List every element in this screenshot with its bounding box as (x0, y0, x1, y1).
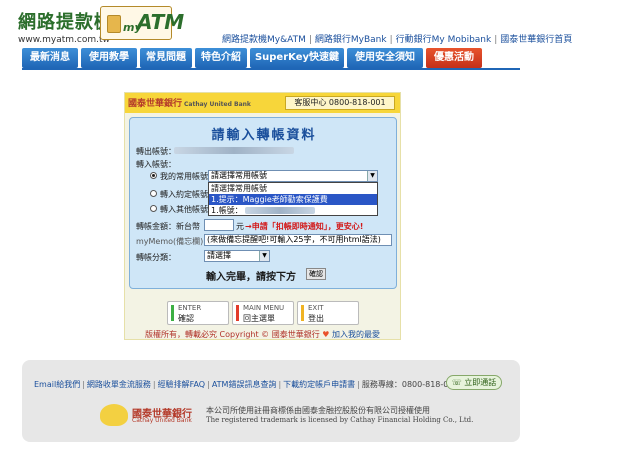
cathay-footer-logo: 國泰世華銀行 Cathay United Bank (100, 404, 200, 426)
amount-input[interactable] (204, 219, 234, 231)
account-dropdown-list: 請選擇常用帳號 1.提示：Maggie老師勸索保護費 1.帳號： (208, 182, 378, 216)
footer-link-email[interactable]: Email給我們 (34, 380, 80, 389)
category-label: 轉帳分類： (136, 253, 176, 262)
service-center-badge: 客服中心 0800-818-001 (285, 96, 395, 110)
radio-common-account[interactable] (150, 172, 157, 179)
heart-icon: ♥ (322, 330, 330, 339)
nav-security-notice[interactable]: 使用安全須知 (347, 48, 423, 68)
dropdown-option-label: 1.帳號： (211, 206, 243, 215)
exit-button[interactable]: EXIT 登出 (297, 301, 359, 325)
cathay-logo: 國泰世華銀行 Cathay United Bank (128, 96, 251, 109)
cathay-tree-icon (100, 404, 128, 426)
footer-links: Email給我們 | 網路收單金流服務 | 經驗排解FAQ | ATM錯誤訊息查詢 | 下載約定… (34, 379, 459, 390)
card-chip-icon (107, 15, 121, 33)
main-menu-button[interactable]: MAIN MENU 回主選單 (232, 301, 294, 325)
common-account-select-value: 請選擇常用帳號 (211, 171, 267, 180)
dropdown-option-selected[interactable]: 1.提示：Maggie老師勸索保護費 (209, 194, 377, 205)
add-favorite-link[interactable]: 加入我的最愛 (332, 330, 380, 339)
separator: | (152, 380, 156, 389)
radio-other-account[interactable] (150, 205, 157, 212)
trademark-note-en: The registered trademark is licensed by … (206, 416, 474, 424)
chevron-down-icon[interactable]: ▼ (367, 171, 377, 181)
nav-divider (22, 68, 520, 70)
call-now-label: 立即通話 (464, 378, 497, 387)
separator: | (207, 380, 210, 389)
trademark-note-zh: 本公司所使用註冊商標係由國泰金融控股股份有限公司授權使用 (206, 406, 430, 415)
headset-icon: ☏ (451, 378, 462, 387)
call-now-button[interactable]: ☏ 立即通話 (446, 375, 502, 390)
out-account-label: 轉出帳號： (136, 147, 176, 156)
top-link-cathay-home[interactable]: 國泰世華銀行首頁 (500, 35, 572, 45)
option-other-label: 轉入其他帳號 (160, 205, 208, 214)
option-agreed-label: 轉入約定帳號 (160, 190, 208, 199)
cathay-logo-zh: 國泰世華銀行 (128, 99, 183, 109)
nav-tutorial[interactable]: 使用教學 (81, 48, 137, 68)
confirm-small-button[interactable]: 確認 (306, 268, 326, 280)
enter-color-bar (171, 305, 174, 321)
nav-latest-news[interactable]: 最新消息 (22, 48, 78, 68)
copyright-text: 版權所有，轉載必究 Copyright © 國泰世華銀行 (145, 330, 320, 339)
nav-promotions[interactable]: 優惠活動 (426, 48, 482, 68)
common-account-select[interactable]: 請選擇常用帳號 ▼ (208, 170, 378, 182)
site-header: 網路提款機 www.myatm.com.tw my ATM 網路提款機My&AT… (0, 0, 640, 46)
footer-link-payment[interactable]: 網路收單金流服務 (87, 380, 151, 389)
footer-hotline: 服務專線：0800-818-001 (361, 380, 459, 389)
main-menu-button-en: MAIN MENU (243, 304, 285, 312)
top-links: 網路提款機My&ATM | 網路銀行MyBank | 行動銀行My Mobibank | 國… (222, 32, 572, 45)
separator: | (389, 35, 393, 45)
footer-link-download-form[interactable]: 下載約定帳戶申請書 (283, 380, 355, 389)
brand-url: www.myatm.com.tw (18, 35, 110, 45)
top-link-mybank[interactable]: 網路銀行MyBank (315, 35, 387, 45)
nav-features[interactable]: 特色介紹 (195, 48, 247, 68)
exit-button-zh: 登出 (308, 314, 324, 323)
separator: | (357, 380, 360, 389)
dropdown-option[interactable]: 1.帳號： (209, 205, 377, 216)
myatm-logo[interactable]: my ATM (100, 6, 184, 40)
category-select[interactable]: 請選擇 ▼ (204, 250, 270, 262)
in-account-label: 轉入帳號： (136, 160, 176, 169)
separator: | (278, 380, 282, 389)
panel-top-bar: 國泰世華銀行 Cathay United Bank 客服中心 0800-818-0… (125, 93, 400, 113)
amount-unit: 元 (236, 222, 244, 231)
exit-color-bar (301, 305, 304, 321)
enter-button-en: ENTER (178, 304, 202, 312)
logo-atm-text: ATM (137, 10, 185, 34)
footer-logo-en: Cathay United Bank (132, 417, 192, 424)
memo-label: myMemo(備忘欄)： (136, 237, 212, 246)
main-menu-button-zh: 回主選單 (243, 314, 275, 323)
site-footer: Email給我們 | 網路收單金流服務 | 經驗排解FAQ | ATM錯誤訊息查詢 | 下載約定… (22, 360, 520, 442)
exit-button-en: EXIT (308, 304, 324, 312)
top-link-myatm[interactable]: 網路提款機My&ATM (222, 35, 306, 45)
brand-logo[interactable]: 網路提款機 www.myatm.com.tw (18, 8, 113, 45)
submit-hint: 輸入完畢，請按下方 (206, 272, 296, 283)
enter-button-zh: 確認 (178, 314, 194, 323)
radio-agreed-account[interactable] (150, 190, 157, 197)
top-link-mobibank[interactable]: 行動銀行My Mobibank (396, 35, 492, 45)
separator: | (82, 380, 85, 389)
instant-notice-link[interactable]: →申請「扣帳即時通知」，更安心! (245, 221, 363, 232)
main-menu-color-bar (236, 305, 239, 321)
option-common-label: 我的常用帳號 (160, 172, 208, 181)
cathay-logo-en: Cathay United Bank (184, 101, 251, 108)
enter-button[interactable]: ENTER 確認 (167, 301, 229, 325)
amount-label: 轉帳金額：新台幣 (136, 222, 200, 231)
footer-link-faq[interactable]: 經驗排解FAQ (158, 380, 206, 389)
main-nav: 最新消息 使用教學 常見問題 特色介紹 SuperKey快速鍵 使用安全須知 優… (22, 48, 520, 68)
transfer-form: 請輸入轉帳資料 轉出帳號： 轉入帳號： 我的常用帳號 請選擇常用帳號 ▼ 轉入約… (129, 117, 397, 289)
form-title: 請輸入轉帳資料 (211, 128, 317, 143)
dropdown-option[interactable]: 請選擇常用帳號 (209, 183, 377, 194)
copyright-line: 版權所有，轉載必究 Copyright © 國泰世華銀行 ♥ 加入我的最愛 (125, 329, 400, 340)
category-select-value: 請選擇 (207, 251, 231, 260)
transfer-panel: 國泰世華銀行 Cathay United Bank 客服中心 0800-818-0… (124, 92, 401, 340)
memo-input[interactable]: (來做備忘提醒吧!可輸入25字，不可用html語法) (204, 234, 392, 246)
separator: | (308, 35, 312, 45)
chevron-down-icon[interactable]: ▼ (259, 251, 269, 261)
masked-account-value (244, 207, 315, 214)
nav-faq[interactable]: 常見問題 (140, 48, 192, 68)
separator: | (494, 35, 498, 45)
footer-link-atm-errors[interactable]: ATM錯誤訊息查詢 (212, 380, 277, 389)
out-account-value-masked (174, 147, 294, 154)
brand-title: 網路提款機 (18, 12, 113, 33)
nav-superkey[interactable]: SuperKey快速鍵 (250, 48, 344, 68)
